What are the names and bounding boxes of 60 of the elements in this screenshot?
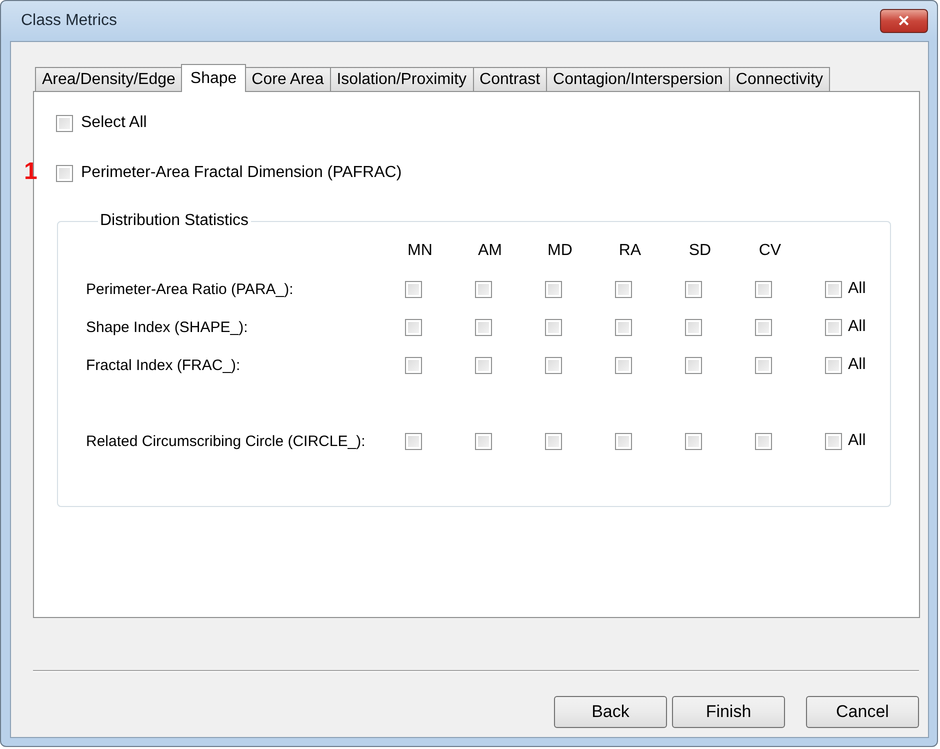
checkbox-label: Perimeter-Area Fractal Dimension (PAFRAC) (81, 164, 402, 182)
checkbox[interactable] (615, 280, 632, 298)
checkbox-label: All (848, 356, 866, 374)
column-header: AM (477, 242, 503, 260)
column-header: CV (758, 242, 782, 260)
tab[interactable]: Isolation/Proximity (330, 67, 474, 91)
checkbox[interactable] (56, 114, 73, 132)
tab[interactable]: Shape (181, 64, 246, 92)
checkbox[interactable] (755, 432, 772, 450)
checkbox[interactable] (755, 356, 772, 374)
window-title: Class Metrics (21, 12, 118, 30)
checkbox[interactable] (685, 318, 702, 336)
checkbox[interactable] (825, 280, 842, 298)
dialog-button[interactable]: Finish (672, 696, 785, 728)
tab[interactable]: Area/Density/Edge (35, 67, 182, 91)
checkbox[interactable] (685, 280, 702, 298)
row-label: Fractal Index (FRAC_): (86, 356, 240, 374)
checkbox[interactable] (825, 432, 842, 450)
checkbox[interactable] (615, 356, 632, 374)
checkbox[interactable] (405, 318, 422, 336)
checkbox[interactable] (475, 356, 492, 374)
checkbox[interactable] (615, 432, 632, 450)
checkbox[interactable] (405, 280, 422, 298)
checkbox[interactable] (545, 432, 562, 450)
checkbox[interactable] (615, 318, 632, 336)
dialog-button[interactable]: Cancel (806, 696, 919, 728)
checkbox-label: All (848, 318, 866, 336)
callout-number: 1 (24, 158, 38, 186)
checkbox[interactable] (685, 356, 702, 374)
checkbox[interactable] (56, 164, 73, 182)
checkbox[interactable] (475, 318, 492, 336)
checkbox[interactable] (755, 318, 772, 336)
close-button[interactable]: ✕ (880, 9, 928, 33)
tab[interactable]: Contagion/Interspersion (546, 67, 730, 91)
checkbox-label: All (848, 432, 866, 450)
checkbox[interactable] (475, 432, 492, 450)
checkbox[interactable] (825, 318, 842, 336)
checkbox[interactable] (545, 318, 562, 336)
checkbox[interactable] (405, 432, 422, 450)
column-header: RA (618, 242, 642, 260)
tab[interactable]: Core Area (244, 67, 331, 91)
checkbox-label: Select All (81, 114, 147, 132)
checkbox[interactable] (685, 432, 702, 450)
checkbox[interactable] (545, 356, 562, 374)
column-header: MD (546, 242, 574, 260)
row-label: Related Circumscribing Circle (CIRCLE_): (86, 432, 366, 450)
checkbox[interactable] (755, 280, 772, 298)
tab[interactable]: Contrast (472, 67, 548, 91)
checkbox-label: All (848, 280, 866, 298)
checkbox[interactable] (825, 356, 842, 374)
checkbox[interactable] (545, 280, 562, 298)
tab[interactable]: Connectivity (728, 67, 830, 91)
dialog-button[interactable]: Back (554, 696, 667, 728)
checkbox[interactable] (475, 280, 492, 298)
row-label: Shape Index (SHAPE_): (86, 318, 248, 336)
group-title: Distribution Statistics (99, 212, 250, 230)
row-label: Perimeter-Area Ratio (PARA_): (86, 280, 294, 298)
checkbox[interactable] (405, 356, 422, 374)
column-header: MN (406, 242, 434, 260)
column-header: SD (688, 242, 712, 260)
